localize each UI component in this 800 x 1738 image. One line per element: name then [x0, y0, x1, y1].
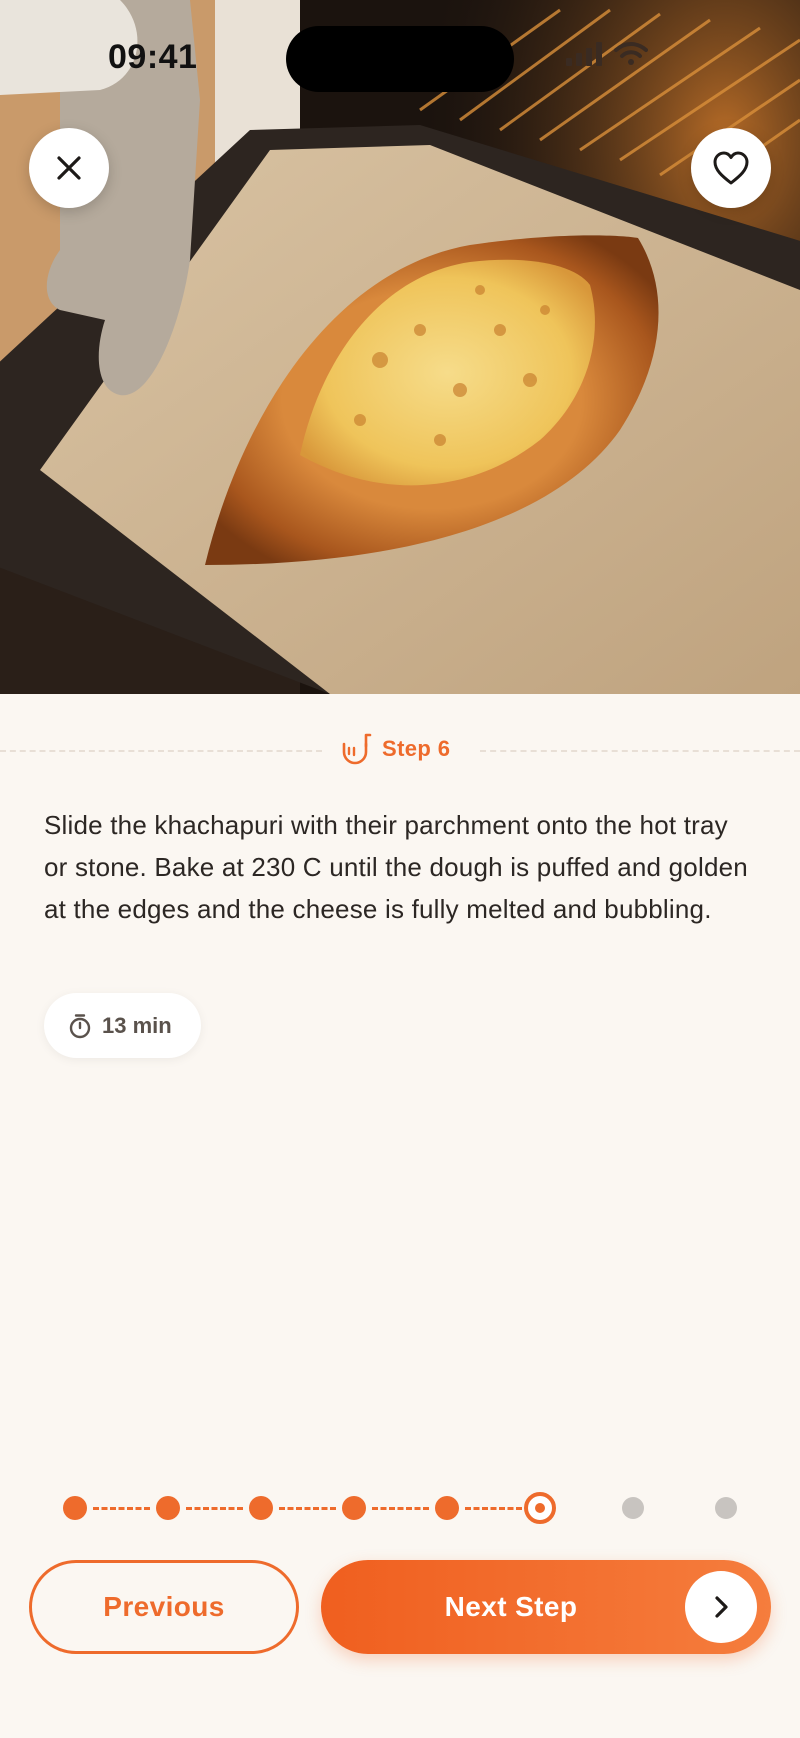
progress-dot-completed[interactable] [342, 1496, 366, 1520]
next-arrow-circle [685, 1571, 757, 1643]
status-bar-time: 09:41 [108, 38, 198, 76]
progress-dot-current-center [535, 1503, 545, 1513]
progress-dot-current[interactable] [524, 1492, 556, 1524]
chevron-right-icon [715, 1596, 728, 1618]
step-badge: Step 6 [340, 732, 450, 766]
progress-connector [372, 1507, 429, 1510]
close-button[interactable] [29, 128, 109, 208]
ladle-icon [342, 733, 372, 765]
recipe-step-photo: 09:41 [0, 0, 800, 694]
progress-connector [465, 1507, 522, 1510]
heart-icon [713, 151, 749, 185]
progress-dot-upcoming[interactable] [622, 1497, 644, 1519]
step-number-label: Step 6 [382, 736, 451, 761]
close-icon [57, 156, 81, 180]
cellular-signal-icon [566, 42, 602, 66]
step-progress-indicator [0, 1490, 800, 1526]
timer-chip[interactable]: 13 min [44, 993, 201, 1058]
progress-connector [186, 1507, 243, 1510]
next-step-button[interactable]: Next Step [321, 1560, 771, 1654]
divider-right [480, 750, 800, 752]
progress-dot-completed[interactable] [63, 1496, 87, 1520]
status-bar-icons [566, 42, 648, 66]
next-step-button-label: Next Step [444, 1591, 578, 1622]
progress-dot-upcoming[interactable] [715, 1497, 737, 1519]
previous-button-label: Previous [103, 1591, 225, 1622]
stopwatch-icon [69, 1013, 91, 1038]
progress-dot-completed[interactable] [435, 1496, 459, 1520]
khachapuri-photo [0, 0, 800, 694]
favorite-button[interactable] [691, 128, 771, 208]
progress-dot-completed[interactable] [249, 1496, 273, 1520]
divider-left [0, 750, 322, 752]
progress-dot-completed[interactable] [156, 1496, 180, 1520]
previous-button[interactable]: Previous [29, 1560, 299, 1654]
step-instruction-text: Slide the khachapuri with their parchmen… [44, 810, 748, 924]
dynamic-island [286, 26, 514, 92]
step-header: Step 6 [0, 730, 800, 770]
progress-connector [279, 1507, 336, 1510]
progress-connector [93, 1507, 150, 1510]
timer-duration: 13 min [102, 1012, 172, 1038]
wifi-icon [614, 42, 648, 65]
